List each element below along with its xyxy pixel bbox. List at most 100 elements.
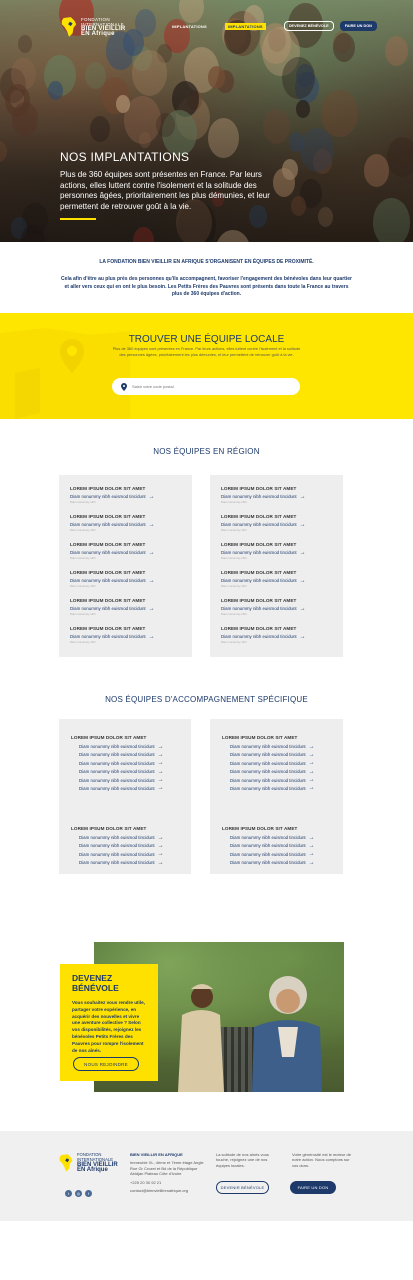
footer-volunteer-button[interactable]: DEVENIR BÉNÉVOLE [216, 1181, 269, 1194]
specific-link[interactable]: Diam nonummy nibh euismod tincidunt → [230, 851, 315, 857]
hero-title: NOS IMPLANTATIONS [60, 150, 190, 164]
specific-title: NOS ÉQUIPES D'ACCOMPAGNEMENT SPÉCIFIQUE [105, 695, 308, 704]
region-link[interactable]: Diam nonummy nibh euismod tincidunt → [221, 634, 306, 640]
intro-title: LA FONDATION BIEN VIEILLIR EN AFRIQUE S'… [99, 259, 314, 265]
specific-link[interactable]: Diam nonummy nibh euismod tincidunt → [79, 851, 164, 857]
postal-code-search[interactable] [112, 378, 300, 395]
regions-card-right: LOREM IPSUM DOLOR SIT AMET Diam nonummy n… [210, 475, 343, 657]
arrow-right-icon: → [299, 549, 306, 556]
region-link[interactable]: Diam nonummy nibh euismod tincidunt → [221, 605, 306, 612]
site-logo[interactable]: FONDATION INTERNATIONALE BIEN VIEILLIR E… [60, 16, 126, 38]
arrow-right-icon: → [299, 577, 306, 584]
facebook-icon[interactable]: f [85, 1190, 92, 1197]
specific-link[interactable]: Diam nonummy nibh euismod tincidunt → [79, 834, 164, 841]
arrow-right-icon: → [157, 859, 164, 866]
region-link[interactable]: Diam nonummy nibh euismod tincidunt → [221, 521, 306, 528]
region-link[interactable]: Diam nonummy nibh euismod tincidunt → [221, 494, 306, 500]
footer-logo-line-4: EN Afrique [77, 1166, 108, 1173]
region-link[interactable]: Diam nonummy nibh euismod tincidunt → [70, 577, 155, 584]
region-link[interactable]: Diam nonummy nibh euismod tincidunt → [70, 634, 155, 640]
specific-link-label: Diam nonummy nibh euismod tincidunt [230, 785, 306, 791]
arrow-right-icon: → [308, 785, 315, 792]
specific-link-label: Diam nonummy nibh euismod tincidunt [79, 777, 155, 783]
region-group-title: LOREM IPSUM DOLOR SIT AMET [70, 542, 146, 547]
arrow-right-icon: → [148, 577, 155, 584]
region-group: LOREM IPSUM DOLOR SIT AMET Diam nonummy n… [70, 570, 155, 598]
region-group-title: LOREM IPSUM DOLOR SIT AMET [70, 486, 146, 491]
arrow-right-icon: → [157, 834, 164, 841]
nav-donate-button[interactable]: FAIRE UN DON [339, 21, 377, 31]
arrow-right-icon: → [308, 760, 315, 767]
region-group: LOREM IPSUM DOLOR SIT AMET Diam nonummy n… [221, 514, 306, 542]
region-sub-label: Diam nonummy nibh [70, 500, 96, 504]
hero-text: Plus de 360 équipes sont présentes en Fr… [60, 170, 270, 211]
region-link[interactable]: Diam nonummy nibh euismod tincidunt → [70, 606, 155, 612]
specific-link[interactable]: Diam nonummy nibh euismod tincidunt → [230, 834, 315, 841]
team-finder: TROUVER UNE ÉQUIPE LOCALE Plus de 360 éq… [0, 313, 413, 419]
specific-link[interactable]: Diam nonummy nibh euismod tincidunt → [79, 777, 164, 783]
region-sub-label: Diam nonummy nibh [221, 584, 247, 588]
region-sub-label: Diam nonummy nibh [221, 640, 247, 644]
specific-link[interactable]: Diam nonummy nibh euismod tincidunt → [79, 760, 164, 767]
specific-card-right: LOREM IPSUM DOLOR SIT AMET Diam nonummy n… [210, 719, 343, 874]
specific-link[interactable]: Diam nonummy nibh euismod tincidunt → [230, 744, 315, 750]
specific-link-label: Diam nonummy nibh euismod tincidunt [230, 760, 306, 766]
specific-link[interactable]: Diam nonummy nibh euismod tincidunt → [79, 785, 164, 792]
footer-volunteer-text: La solitude de nos aînés vous touche, re… [216, 1152, 269, 1168]
specific-link[interactable]: Diam nonummy nibh euismod tincidunt → [79, 769, 164, 775]
specific-link[interactable]: Diam nonummy nibh euismod tincidunt → [79, 752, 164, 758]
specific-link[interactable]: Diam nonummy nibh euismod tincidunt → [79, 859, 164, 866]
region-link-label: Diam nonummy nibh euismod tincidunt [70, 522, 146, 527]
region-sub-label: Diam nonummy nibh [70, 528, 96, 532]
region-group-title: LOREM IPSUM DOLOR SIT AMET [70, 626, 146, 631]
specific-link-label: Diam nonummy nibh euismod tincidunt [230, 835, 306, 840]
nav-link-implantations-active[interactable]: IMPLANTATIONS [224, 22, 266, 30]
specific-link[interactable]: Diam nonummy nibh euismod tincidunt → [230, 777, 315, 783]
join-us-button[interactable]: NOUS REJOINDRE [73, 1057, 139, 1071]
region-link[interactable]: Diam nonummy nibh euismod tincidunt → [221, 549, 306, 556]
specific-link[interactable]: Diam nonummy nibh euismod tincidunt → [230, 785, 315, 792]
arrow-right-icon: → [308, 768, 315, 775]
instagram-icon[interactable]: ◎ [75, 1190, 82, 1197]
region-link-label: Diam nonummy nibh euismod tincidunt [70, 578, 146, 583]
region-link[interactable]: Diam nonummy nibh euismod tincidunt → [70, 522, 155, 528]
specific-link-label: Diam nonummy nibh euismod tincidunt [230, 843, 306, 849]
specific-link[interactable]: Diam nonummy nibh euismod tincidunt → [230, 752, 315, 758]
region-sub-label: Diam nonummy nibh [221, 500, 247, 504]
arrow-right-icon: → [299, 521, 306, 528]
logo-line-4: EN Afrique [81, 31, 115, 37]
specific-link[interactable]: Diam nonummy nibh euismod tincidunt → [230, 768, 315, 775]
arrow-right-icon: → [157, 785, 164, 792]
location-pin-icon [121, 382, 127, 391]
specific-link[interactable]: Diam nonummy nibh euismod tincidunt → [79, 744, 164, 750]
region-link[interactable]: Diam nonummy nibh euismod tincidunt → [70, 549, 155, 556]
specific-link[interactable]: Diam nonummy nibh euismod tincidunt → [230, 760, 315, 767]
twitter-icon[interactable]: t [65, 1190, 72, 1197]
specific-link[interactable]: Diam nonummy nibh euismod tincidunt → [79, 843, 164, 849]
arrow-right-icon: → [308, 859, 315, 866]
footer-email[interactable]: contact@bienvieillirenafrique.org [130, 1188, 210, 1193]
arrow-right-icon: → [157, 760, 164, 767]
arrow-right-icon: → [299, 605, 306, 612]
region-group-title: LOREM IPSUM DOLOR SIT AMET [221, 486, 297, 491]
footer-logo[interactable]: FONDATION INTERNATIONALE BIEN VIEILLIR E… [58, 1153, 118, 1173]
nav-volunteer-button[interactable]: DEVENEZ BÉNÉVOLE [283, 21, 334, 31]
regions-card-left: LOREM IPSUM DOLOR SIT AMET Diam nonummy n… [59, 475, 192, 657]
arrow-right-icon: → [148, 549, 155, 556]
region-link[interactable]: Diam nonummy nibh euismod tincidunt → [221, 577, 306, 584]
region-group: LOREM IPSUM DOLOR SIT AMET Diam nonummy n… [221, 598, 306, 626]
footer-donate-button[interactable]: FAIRE UN DON [290, 1181, 336, 1194]
specific-group-title: LOREM IPSUM DOLOR SIT AMET [222, 735, 298, 740]
arrow-right-icon: → [308, 834, 315, 841]
postal-code-input[interactable] [132, 384, 282, 389]
volunteer-title: DEVENEZ BÉNÉVOLE [72, 973, 119, 993]
region-link[interactable]: Diam nonummy nibh euismod tincidunt → [70, 494, 155, 500]
specific-link[interactable]: Diam nonummy nibh euismod tincidunt → [230, 843, 315, 849]
region-link-label: Diam nonummy nibh euismod tincidunt [221, 494, 297, 499]
region-group: LOREM IPSUM DOLOR SIT AMET Diam nonummy n… [221, 626, 306, 654]
specific-link-label: Diam nonummy nibh euismod tincidunt [230, 752, 306, 758]
nav-link-implantations[interactable]: IMPLANTATIONS [172, 24, 207, 29]
specific-link-label: Diam nonummy nibh euismod tincidunt [230, 860, 306, 866]
specific-link[interactable]: Diam nonummy nibh euismod tincidunt → [230, 859, 315, 866]
region-link-label: Diam nonummy nibh euismod tincidunt [70, 606, 146, 611]
